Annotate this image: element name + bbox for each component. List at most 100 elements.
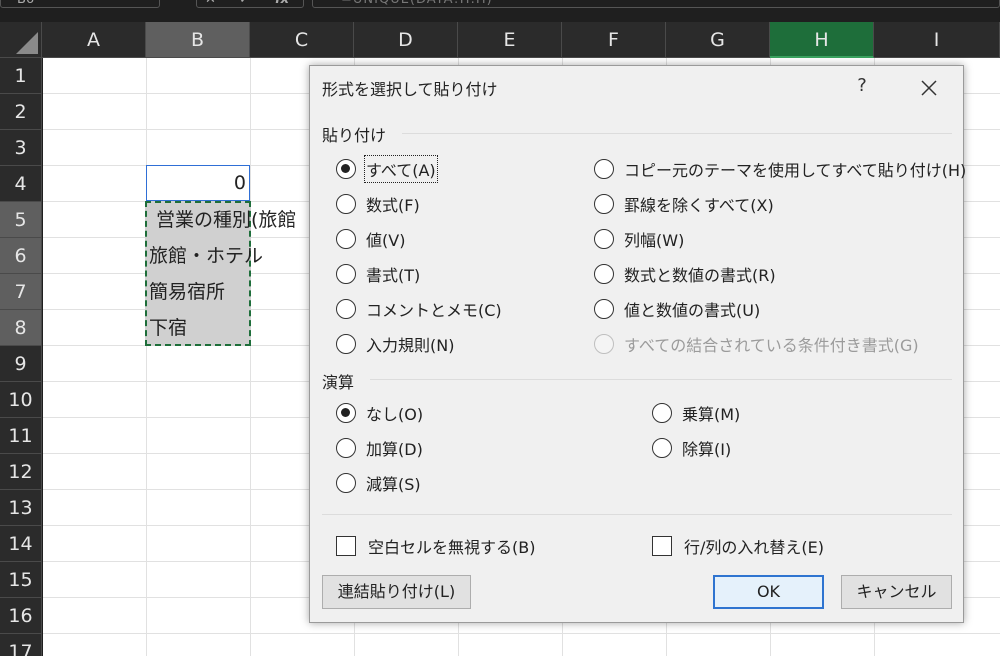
operation-none-option[interactable]: なし(O) xyxy=(336,398,423,428)
checkbox-icon[interactable] xyxy=(652,536,672,556)
option-label: 減算(S) xyxy=(366,475,421,494)
row-header-1[interactable]: 1 xyxy=(0,58,42,94)
group-divider xyxy=(322,514,952,515)
row-header-2[interactable]: 2 xyxy=(0,94,42,130)
cell-b5[interactable]: 営業の種別(旅館 xyxy=(156,203,296,237)
enter-entry-icon[interactable]: ✓ xyxy=(239,0,250,6)
select-all-triangle-icon xyxy=(16,32,38,54)
skip-blanks-checkbox[interactable]: 空白セルを無視する(B) xyxy=(336,531,535,561)
radio-icon[interactable] xyxy=(336,299,356,319)
radio-disabled-icon xyxy=(594,334,614,354)
radio-icon[interactable] xyxy=(594,229,614,249)
option-label: 入力規則(N) xyxy=(366,336,455,355)
row-header-17[interactable]: 17 xyxy=(0,634,42,656)
paste-formats-option[interactable]: 書式(T) xyxy=(336,259,420,289)
cell-b8[interactable]: 下宿 xyxy=(149,311,187,345)
formula-bar: B6 ✕ ✓ fx =UNIQUE(DATA!H:H) xyxy=(0,0,1000,22)
column-header-h[interactable]: H xyxy=(770,22,874,58)
radio-icon[interactable] xyxy=(652,403,672,423)
row-header-5[interactable]: 5 xyxy=(0,202,42,238)
paste-values-option[interactable]: 値(V) xyxy=(336,224,405,254)
row-header-9[interactable]: 9 xyxy=(0,346,42,382)
row-header-4[interactable]: 4 xyxy=(0,166,42,202)
paste-column-widths-option[interactable]: 列幅(W) xyxy=(594,224,684,254)
paste-special-dialog: 形式を選択して貼り付け ? 貼り付け すべて(A) 数式(F) 値(V) 書式(… xyxy=(309,65,966,623)
row-header-15[interactable]: 15 xyxy=(0,562,42,598)
cell-b4[interactable]: 0 xyxy=(146,166,246,200)
radio-icon[interactable] xyxy=(336,473,356,493)
option-label: コピー元のテーマを使用してすべて貼り付け(H) xyxy=(624,161,967,180)
group-divider xyxy=(402,133,952,134)
option-label: すべての結合されている条件付き書式(G) xyxy=(624,336,919,355)
paste-all-option[interactable]: すべて(A) xyxy=(336,154,438,184)
paste-formulas-option[interactable]: 数式(F) xyxy=(336,189,420,219)
cancel-button[interactable]: キャンセル xyxy=(841,575,952,609)
cancel-entry-icon[interactable]: ✕ xyxy=(205,0,216,6)
option-label: 列幅(W) xyxy=(624,231,685,250)
checkbox-icon[interactable] xyxy=(336,536,356,556)
gridline xyxy=(146,58,147,656)
close-button[interactable] xyxy=(914,74,944,102)
radio-icon[interactable] xyxy=(594,299,614,319)
radio-icon[interactable] xyxy=(336,229,356,249)
operation-multiply-option[interactable]: 乗算(M) xyxy=(652,398,740,428)
column-header-e[interactable]: E xyxy=(458,22,562,58)
option-label: 書式(T) xyxy=(366,266,421,285)
column-header-d[interactable]: D xyxy=(354,22,458,58)
dialog-title: 形式を選択して貼り付け xyxy=(322,80,498,99)
option-label: コメントとメモ(C) xyxy=(366,301,502,320)
row-header-6[interactable]: 6 xyxy=(0,238,42,274)
radio-icon[interactable] xyxy=(594,194,614,214)
operation-group-label: 演算 xyxy=(322,373,355,392)
column-header-a[interactable]: A xyxy=(42,22,146,58)
name-box[interactable]: B6 xyxy=(0,0,160,8)
option-label: 乗算(M) xyxy=(682,405,741,424)
formula-input[interactable]: =UNIQUE(DATA!H:H) xyxy=(312,0,1000,8)
radio-icon[interactable] xyxy=(336,438,356,458)
column-header-f[interactable]: F xyxy=(562,22,666,58)
cell-b7[interactable]: 簡易宿所 xyxy=(149,275,225,309)
operation-subtract-option[interactable]: 減算(S) xyxy=(336,468,421,498)
option-label: 値(V) xyxy=(366,231,406,250)
paste-formulas-number-formats-option[interactable]: 数式と数値の書式(R) xyxy=(594,259,776,289)
formula-buttons: ✕ ✓ fx xyxy=(196,0,304,8)
row-header-10[interactable]: 10 xyxy=(0,382,42,418)
column-header-g[interactable]: G xyxy=(666,22,770,58)
radio-selected-icon[interactable] xyxy=(336,403,356,423)
paste-validation-option[interactable]: 入力規則(N) xyxy=(336,329,454,359)
radio-icon[interactable] xyxy=(594,264,614,284)
close-icon xyxy=(921,80,937,96)
row-header-13[interactable]: 13 xyxy=(0,490,42,526)
operation-divide-option[interactable]: 除算(I) xyxy=(652,433,731,463)
column-header-c[interactable]: C xyxy=(250,22,354,58)
insert-function-icon[interactable]: fx xyxy=(275,0,289,6)
row-header-7[interactable]: 7 xyxy=(0,274,42,310)
cell-b6[interactable]: 旅館・ホテル xyxy=(149,239,263,273)
gridline xyxy=(250,58,251,656)
row-header-16[interactable]: 16 xyxy=(0,598,42,634)
help-button[interactable]: ? xyxy=(850,72,874,100)
radio-icon[interactable] xyxy=(336,264,356,284)
radio-selected-icon[interactable] xyxy=(336,159,356,179)
paste-link-button[interactable]: 連結貼り付け(L) xyxy=(322,575,471,609)
paste-values-number-formats-option[interactable]: 値と数値の書式(U) xyxy=(594,294,760,324)
radio-icon[interactable] xyxy=(336,334,356,354)
row-header-3[interactable]: 3 xyxy=(0,130,42,166)
ok-button[interactable]: OK xyxy=(713,575,824,609)
column-header-i[interactable]: I xyxy=(874,22,1000,58)
operation-add-option[interactable]: 加算(D) xyxy=(336,433,423,463)
row-header-11[interactable]: 11 xyxy=(0,418,42,454)
paste-all-source-theme-option[interactable]: コピー元のテーマを使用してすべて貼り付け(H) xyxy=(594,154,966,184)
row-header-14[interactable]: 14 xyxy=(0,526,42,562)
transpose-checkbox[interactable]: 行/列の入れ替え(E) xyxy=(652,531,824,561)
radio-icon[interactable] xyxy=(594,159,614,179)
row-header-12[interactable]: 12 xyxy=(0,454,42,490)
radio-icon[interactable] xyxy=(336,194,356,214)
radio-icon[interactable] xyxy=(652,438,672,458)
paste-comments-option[interactable]: コメントとメモ(C) xyxy=(336,294,502,324)
paste-all-except-borders-option[interactable]: 罫線を除くすべて(X) xyxy=(594,189,774,219)
column-header-b[interactable]: B xyxy=(146,22,250,58)
select-all-corner[interactable] xyxy=(0,22,42,58)
option-label: なし(O) xyxy=(366,405,424,424)
row-header-8[interactable]: 8 xyxy=(0,310,42,346)
